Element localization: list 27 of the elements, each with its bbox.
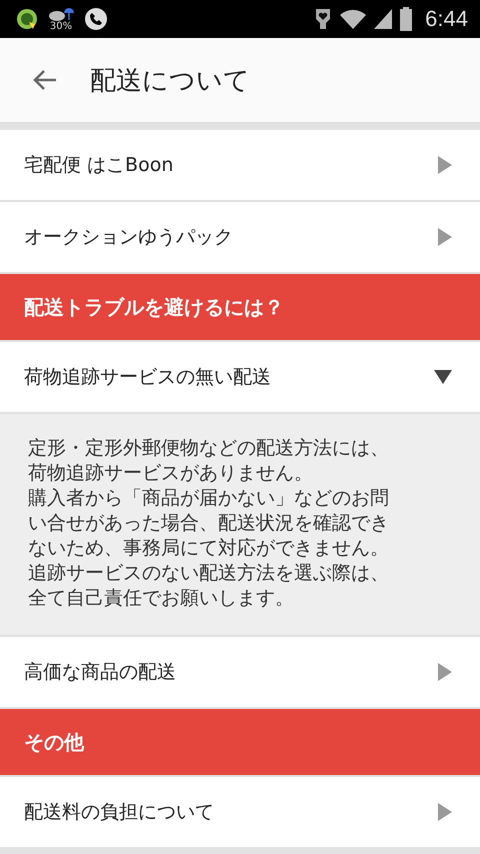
clock: 6:44 (425, 6, 468, 32)
list-item[interactable]: 荷物追跡サービスの無い配送 (0, 342, 480, 412)
detail-text: い合せがあった場合、配送状況を確認でき (28, 511, 390, 536)
chevron-right-icon (438, 228, 452, 246)
chevron-right-icon (438, 803, 452, 821)
detail-text: 定形・定形外郵便物などの配送方法には、 (28, 436, 390, 461)
help-icon (16, 8, 38, 30)
detail-text: 購入者から「商品が届かない」などのお問 (28, 486, 390, 511)
list-item[interactable]: 配送料の負担について (0, 777, 480, 847)
detail-text: 荷物追跡サービスがありません。 (28, 461, 314, 486)
phone-icon (84, 7, 108, 31)
battery-icon (399, 7, 414, 31)
list-item[interactable]: オークションゆうパック (0, 202, 480, 272)
section-header: その他 (0, 709, 480, 775)
chevron-right-icon (438, 156, 452, 174)
rain-chance: 30% (50, 20, 72, 32)
list-item[interactable]: 宅配便 はこBoon (0, 130, 480, 200)
signal-icon (373, 8, 394, 30)
detail-text: 全て自己責任でお願いします。 (28, 586, 295, 611)
wifi-icon (339, 8, 368, 30)
section-header: 配送トラブルを避けるには？ (0, 274, 480, 340)
detail-text: 追跡サービスのない配送方法を選ぶ際は、 (28, 561, 390, 586)
detail-text: ないため、事務局にて対応ができません。 (28, 536, 390, 561)
page-title: 配送について (90, 64, 250, 98)
list-item[interactable]: 高価な商品の配送 (0, 637, 480, 707)
weather-icon (48, 6, 74, 20)
back-arrow-icon (32, 69, 58, 91)
